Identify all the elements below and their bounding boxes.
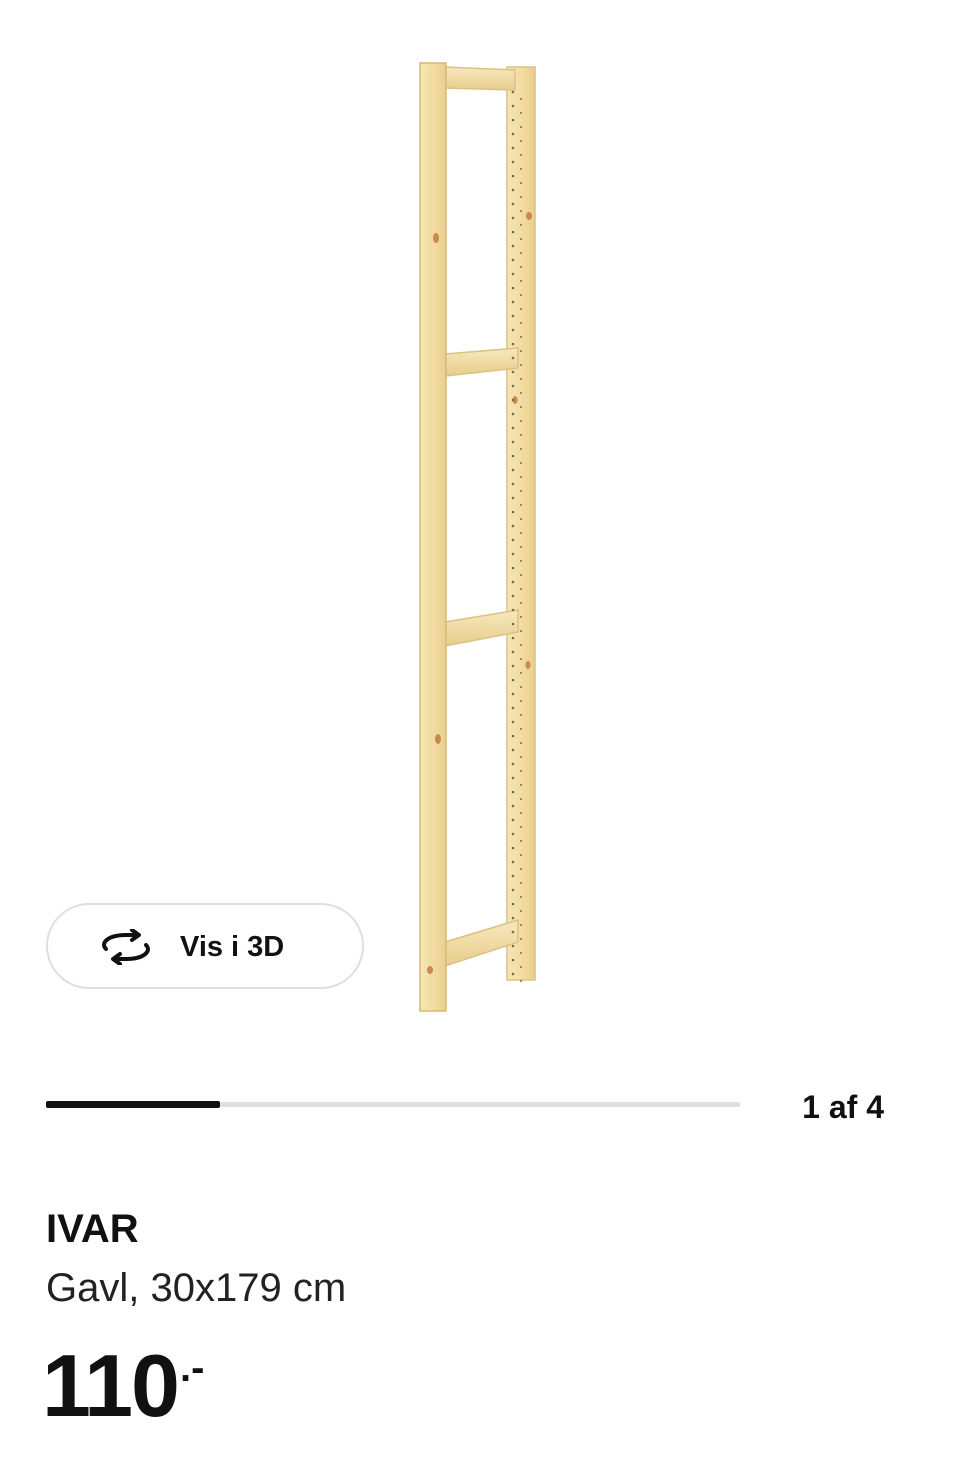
view-in-3d-button[interactable]: Vis i 3D [46,903,364,989]
product-description: Gavl, 30x179 cm [46,1266,347,1310]
carousel-progress-fill [46,1101,220,1108]
rotate-arrows-icon [96,928,156,966]
price-integer: 110 [42,1336,180,1435]
ivar-side-unit-image [419,62,536,1012]
price-suffix: .- [179,1346,205,1390]
view-in-3d-label: Vis i 3D [180,931,285,963]
product-name: IVAR [46,1207,139,1251]
product-image[interactable] [0,0,960,1060]
carousel-counter: 1 af 4 [802,1089,884,1125]
product-price: 110 .- [42,1336,204,1436]
image-carousel-progress[interactable] [46,1101,740,1108]
